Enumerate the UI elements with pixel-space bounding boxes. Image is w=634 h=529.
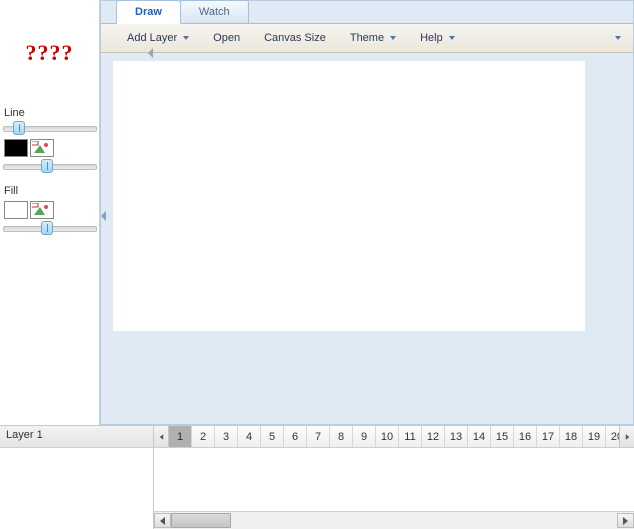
frame-scroll-right[interactable] [619, 426, 634, 447]
frame-cell[interactable]: 6 [284, 426, 307, 447]
frame-cell[interactable]: 8 [330, 426, 353, 447]
horizontal-scrollbar[interactable] [154, 511, 634, 529]
toolbar-overflow-menu[interactable] [607, 32, 627, 44]
frame-cell[interactable]: 16 [514, 426, 537, 447]
help-menu[interactable]: Help [408, 28, 467, 48]
timeline-area: 1234567891011121314151617181920212223 [154, 426, 634, 529]
frame-cell[interactable]: 4 [238, 426, 261, 447]
fill-opacity-slider[interactable] [3, 221, 97, 235]
frame-cell[interactable]: 7 [307, 426, 330, 447]
line-opacity-slider[interactable] [3, 159, 97, 173]
frame-cell[interactable]: 13 [445, 426, 468, 447]
bottom-splitter-handle[interactable] [148, 48, 156, 60]
left-splitter-handle[interactable] [101, 211, 107, 221]
frame-cell[interactable]: 17 [537, 426, 560, 447]
scrollbar-thumb[interactable] [171, 513, 231, 528]
scroll-left-button[interactable] [154, 513, 171, 528]
frame-cell[interactable]: 12 [422, 426, 445, 447]
line-section: Line [0, 105, 99, 183]
open-button[interactable]: Open [201, 28, 252, 48]
tool-sidebar: ???? Line [0, 0, 100, 425]
timeline-tracks[interactable] [154, 448, 634, 511]
timeline-panel: Layer 1 12345678910111213141516171819202… [0, 425, 634, 529]
frame-cell[interactable]: 1 [169, 426, 192, 447]
drawing-canvas[interactable] [113, 61, 585, 331]
frame-cell[interactable]: 3 [215, 426, 238, 447]
chevron-down-icon [449, 36, 455, 40]
tab-watch[interactable]: Watch [180, 0, 249, 23]
chevron-down-icon [183, 36, 189, 40]
add-layer-label: Add Layer [127, 32, 177, 44]
layers-panel: Layer 1 [0, 426, 154, 529]
frame-scroll-left[interactable] [154, 426, 169, 447]
layer-row[interactable]: Layer 1 [0, 426, 153, 448]
canvas-size-label: Canvas Size [264, 32, 326, 44]
slider-handle[interactable] [13, 121, 25, 135]
fill-texture-picker[interactable] [30, 201, 54, 219]
line-texture-picker[interactable] [30, 139, 54, 157]
slider-handle[interactable] [41, 221, 53, 235]
add-layer-menu[interactable]: Add Layer [115, 28, 201, 48]
line-color-swatch[interactable] [4, 139, 28, 157]
frame-cell[interactable]: 10 [376, 426, 399, 447]
tab-draw[interactable]: Draw [116, 0, 181, 24]
main-toolbar: Add Layer Open Canvas Size Theme Help [101, 24, 633, 53]
placeholder-logo: ???? [0, 0, 99, 105]
main-panel: Draw Watch Add Layer Open Canvas Size Th… [100, 0, 634, 425]
line-label: Line [2, 105, 97, 121]
line-width-slider[interactable] [3, 121, 97, 135]
frame-cell[interactable]: 11 [399, 426, 422, 447]
help-label: Help [420, 32, 443, 44]
frame-ruler: 1234567891011121314151617181920212223 [154, 426, 634, 448]
slider-handle[interactable] [41, 159, 53, 173]
scrollbar-track[interactable] [171, 513, 617, 528]
scroll-right-button[interactable] [617, 513, 634, 528]
theme-menu[interactable]: Theme [338, 28, 408, 48]
chevron-down-icon [390, 36, 396, 40]
fill-section: Fill [0, 183, 99, 245]
frame-cell[interactable]: 9 [353, 426, 376, 447]
frame-cell[interactable]: 19 [583, 426, 606, 447]
theme-label: Theme [350, 32, 384, 44]
frame-cell[interactable]: 2 [192, 426, 215, 447]
chevron-down-icon [615, 36, 621, 40]
mode-tabs: Draw Watch [101, 1, 633, 24]
canvas-area [101, 53, 633, 424]
fill-label: Fill [2, 183, 97, 199]
frame-cell[interactable]: 18 [560, 426, 583, 447]
frame-cell[interactable]: 5 [261, 426, 284, 447]
frame-cell[interactable]: 14 [468, 426, 491, 447]
frame-cell[interactable]: 15 [491, 426, 514, 447]
frame-cell[interactable]: 20 [606, 426, 619, 447]
fill-color-swatch[interactable] [4, 201, 28, 219]
canvas-size-button[interactable]: Canvas Size [252, 28, 338, 48]
open-label: Open [213, 32, 240, 44]
